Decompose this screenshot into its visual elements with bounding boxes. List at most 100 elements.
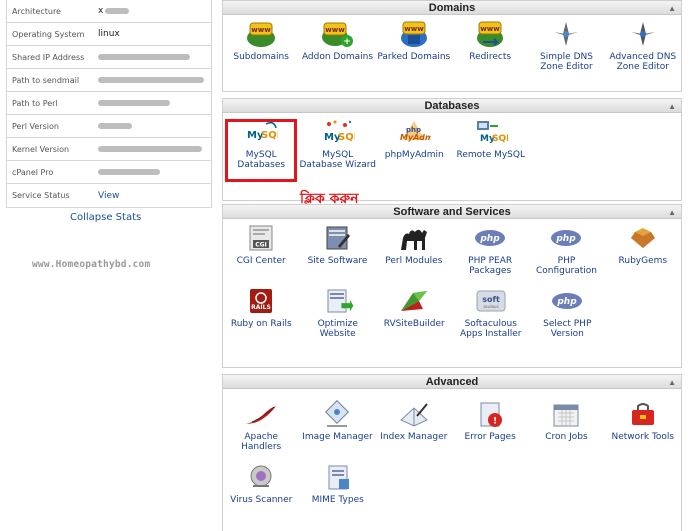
item-label: Select PHP Version	[543, 319, 592, 339]
feather-icon	[244, 399, 278, 429]
item-label: Softaculous Apps Installer	[460, 319, 522, 339]
svg-text:www: www	[404, 25, 424, 33]
stat-label: Service Status	[12, 191, 70, 200]
svg-text:SQL: SQL	[338, 132, 355, 143]
stat-row-service-status: Service Status View	[7, 184, 211, 207]
softaculous-item[interactable]: soft aculous Softaculous Apps Installer	[453, 282, 530, 339]
svg-text:www: www	[480, 25, 500, 33]
select-php-icon: php	[550, 286, 584, 316]
simple-dns-item[interactable]: Simple DNS Zone Editor	[528, 15, 604, 72]
phpmyadmin-item[interactable]: MyAdminphp phpMyAdmin	[376, 113, 453, 170]
virus-scanner-icon	[244, 462, 278, 492]
mime-types-item[interactable]: MIME Types	[300, 458, 377, 505]
php-pear-item[interactable]: php PHP PEAR Packages	[452, 219, 528, 276]
redacted-value	[105, 8, 130, 14]
parked-domains-item[interactable]: www Parked Domains	[376, 15, 452, 72]
image-manager-icon	[320, 399, 354, 429]
item-label: Image Manager	[302, 432, 373, 442]
collapse-arrow-icon[interactable]: ▲	[668, 100, 676, 114]
mysql-wizard-item[interactable]: MySQL MySQL Database Wizard	[299, 113, 377, 170]
php-configuration-item[interactable]: php PHP Configuration	[528, 219, 604, 276]
section-title: Domains	[428, 2, 476, 14]
collapse-arrow-icon[interactable]: ▲	[668, 2, 676, 16]
stat-row-architecture: Architecture x	[7, 0, 211, 23]
apache-handlers-item[interactable]: Apache Handlers	[223, 395, 299, 452]
advanced-header[interactable]: Advanced ▲	[223, 375, 681, 389]
rubygems-item[interactable]: RubyGems	[605, 219, 681, 276]
item-label: Perl Modules	[385, 256, 443, 266]
item-label: CGI Center	[236, 256, 286, 266]
network-tools-item[interactable]: Network Tools	[605, 395, 681, 452]
redirects-item[interactable]: www Redirects	[452, 15, 528, 72]
ruby-on-rails-item[interactable]: RAILS Ruby on Rails	[223, 282, 300, 339]
item-label: Subdomains	[233, 52, 289, 62]
remote-mysql-icon: MySQL	[474, 117, 508, 147]
stats-panel: Architecture x Operating System linux Sh…	[6, 0, 212, 208]
stat-row-sendmail: Path to sendmail	[7, 69, 211, 92]
domains-header[interactable]: Domains ▲	[223, 1, 681, 15]
virus-scanner-item[interactable]: Virus Scanner	[223, 458, 300, 505]
item-label: Ruby on Rails	[230, 319, 292, 329]
optimize-website-item[interactable]: Optimize Website	[300, 282, 377, 339]
item-label: Simple DNS Zone Editor	[539, 52, 593, 72]
collapse-arrow-icon[interactable]: ▲	[668, 376, 676, 390]
watermark: www.Homeopathybd.com	[32, 259, 151, 270]
svg-text:php: php	[556, 234, 577, 244]
item-label: Addon Domains	[301, 52, 374, 62]
collapse-stats-link[interactable]: Collapse Stats	[70, 212, 141, 223]
domains-panel: Domains ▲ www Subdomains www + Addon Doma…	[222, 0, 682, 92]
svg-text:MyAdmin: MyAdmin	[400, 133, 431, 142]
cron-jobs-item[interactable]: Cron Jobs	[528, 395, 604, 452]
stat-row-kernel: Kernel Version	[7, 138, 211, 161]
item-label: Advanced DNS Zone Editor	[609, 52, 677, 72]
stat-label: Shared IP Address	[12, 52, 85, 62]
index-manager-item[interactable]: Index Manager	[376, 395, 452, 452]
svg-text:aculous: aculous	[483, 304, 498, 309]
perl-modules-item[interactable]: Perl Modules	[376, 219, 452, 276]
remote-mysql-item[interactable]: MySQL Remote MySQL	[453, 113, 530, 170]
item-label: Index Manager	[380, 432, 448, 442]
advanced-dns-item[interactable]: Advanced DNS Zone Editor	[605, 15, 681, 72]
cgi-center-item[interactable]: CGI CGI Center	[223, 219, 299, 276]
subdomains-item[interactable]: www Subdomains	[223, 15, 299, 72]
collapse-arrow-icon[interactable]: ▲	[668, 206, 676, 220]
stat-row-os: Operating System linux	[7, 23, 211, 46]
software-panel: Software and Services ▲ CGI CGI Center S…	[222, 204, 682, 368]
stat-label: Kernel Version	[12, 144, 70, 154]
stat-label: Path to Perl	[12, 98, 58, 108]
stat-row-cpanel-pro: cPanel Pro	[7, 161, 211, 184]
rvsitebuilder-item[interactable]: RVSiteBuilder	[376, 282, 453, 339]
item-label: RubyGems	[618, 256, 668, 266]
item-label: RVSiteBuilder	[383, 319, 445, 329]
item-label: PHP PEAR Packages	[468, 256, 513, 276]
rails-icon: RAILS	[244, 286, 278, 316]
phpmyadmin-icon: MyAdminphp	[397, 117, 431, 147]
software-header[interactable]: Software and Services ▲	[223, 205, 681, 219]
databases-header[interactable]: Databases ▲	[223, 99, 681, 113]
section-title: Databases	[424, 100, 480, 112]
item-label: Optimize Website	[317, 319, 358, 339]
stat-label: Perl Version	[12, 121, 59, 131]
item-label: Parked Domains	[377, 52, 451, 62]
redacted-value	[98, 123, 132, 129]
item-label: Redirects	[469, 52, 512, 62]
svg-text:CGI: CGI	[255, 242, 267, 249]
item-label: MySQL Database Wizard	[299, 150, 377, 170]
item-label: phpMyAdmin	[384, 150, 444, 160]
site-software-item[interactable]: Site Software	[299, 219, 375, 276]
service-status-view-link[interactable]: View	[98, 191, 211, 201]
svg-text:RAILS: RAILS	[251, 304, 271, 311]
select-php-version-item[interactable]: php Select PHP Version	[529, 282, 606, 339]
redacted-value	[98, 100, 170, 106]
error-pages-item[interactable]: ! Error Pages	[452, 395, 528, 452]
image-manager-item[interactable]: Image Manager	[299, 395, 375, 452]
camel-icon	[397, 223, 431, 253]
addon-domains-item[interactable]: www + Addon Domains	[299, 15, 375, 72]
item-label: Cron Jobs	[545, 432, 588, 442]
stat-row-perl-path: Path to Perl	[7, 92, 211, 115]
php-icon: php	[473, 223, 507, 253]
redacted-value	[98, 77, 204, 83]
www-add-icon: www +	[320, 19, 354, 49]
site-software-icon	[320, 223, 354, 253]
error-pages-icon: !	[473, 399, 507, 429]
